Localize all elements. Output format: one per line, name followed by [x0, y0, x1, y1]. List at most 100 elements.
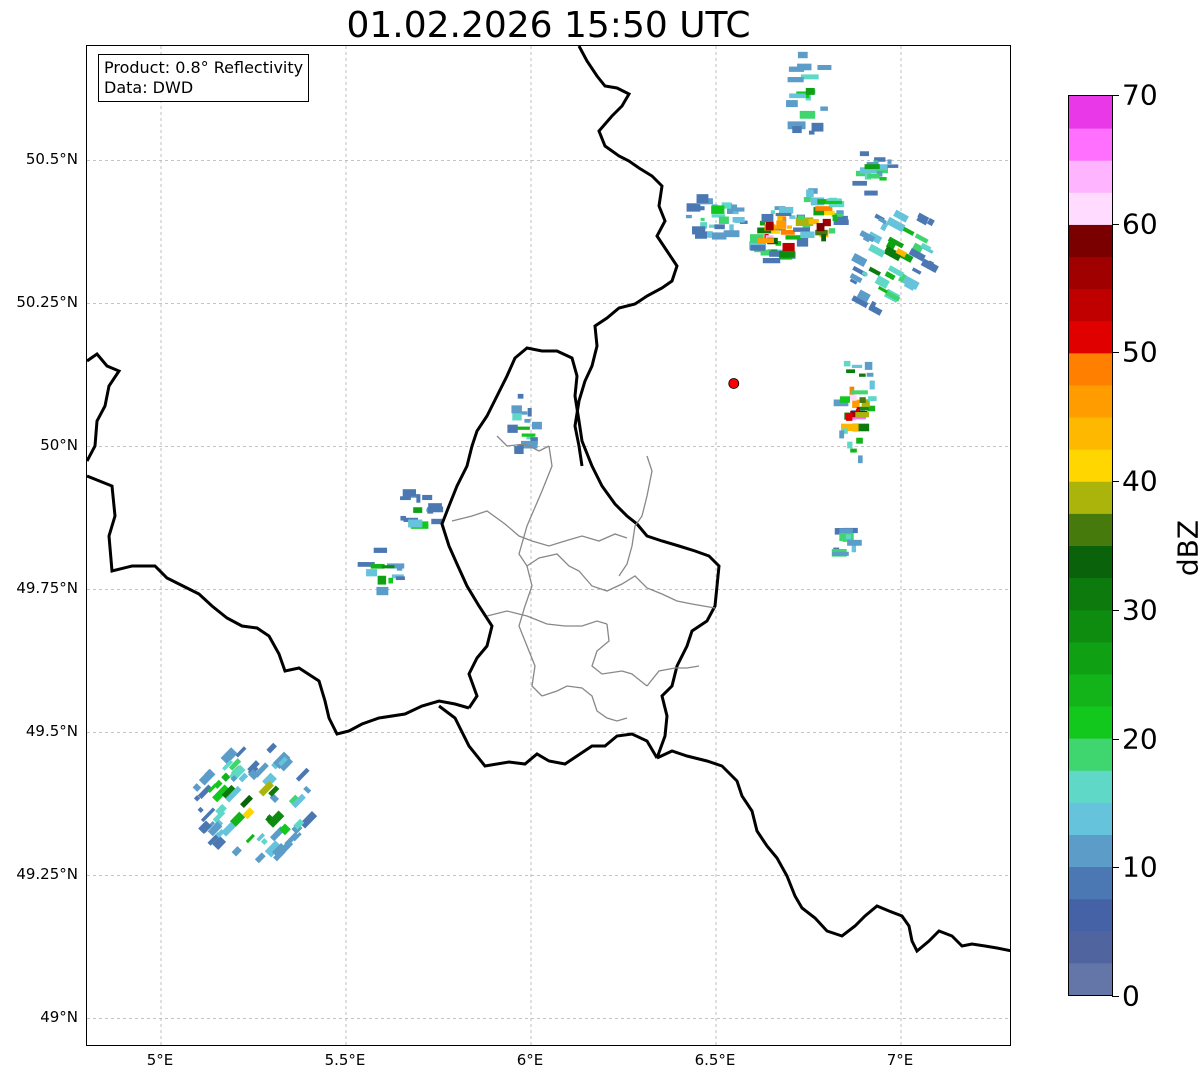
lon-tick-label: 6.5°E: [694, 1051, 736, 1069]
echo-pixel: [517, 445, 524, 455]
echo-pixel: [911, 267, 922, 275]
echo-pixel: [295, 767, 310, 782]
echo-pixel: [711, 205, 725, 214]
echo-pixel: [416, 494, 421, 503]
echo-pixel: [836, 210, 844, 214]
echo-pixel: [413, 507, 423, 513]
colorbar-tick-mark: [1112, 223, 1119, 225]
echo-pixel: [762, 257, 781, 264]
echo-southwest-cluster: [192, 742, 318, 864]
echo-pixel: [852, 180, 867, 186]
echo-pixel: [700, 217, 705, 221]
echo-pixel: [698, 206, 705, 211]
echo-pixel: [299, 811, 318, 829]
echo-pixel: [366, 569, 378, 577]
echo-pixel: [400, 515, 406, 521]
echo-pixel: [855, 412, 870, 418]
echo-pixel: [839, 430, 845, 439]
colorbar-segment: [1069, 481, 1112, 514]
echo-pixel: [692, 226, 706, 235]
colorbar: [1068, 95, 1113, 996]
echo-north-cluster-c: [685, 194, 748, 240]
echo-pixel: [696, 194, 709, 204]
echo-pixel: [874, 275, 890, 289]
echo-pixel: [779, 250, 795, 258]
echo-pixel: [820, 106, 828, 111]
colorbar-segment: [1069, 417, 1112, 450]
echo-pixel: [792, 126, 802, 134]
echo-pixel: [850, 448, 857, 453]
reflectivity-echoes: [192, 51, 939, 864]
echo-pixel: [706, 231, 713, 238]
echo-pixel: [685, 214, 692, 219]
echo-pixel: [858, 455, 863, 464]
echo-pixel: [803, 197, 811, 203]
echo-pixel: [400, 496, 411, 501]
echo-pixel: [817, 199, 827, 205]
echo-pixel: [800, 231, 815, 239]
colorbar-tick-mark: [1112, 481, 1119, 483]
colorbar-segment: [1069, 738, 1112, 771]
lon-tick-label: 5.5°E: [324, 1051, 366, 1069]
echo-pixel: [757, 238, 774, 244]
echo-pixel: [388, 577, 393, 584]
echo-pixel: [867, 173, 880, 179]
colorbar-label: dBZ: [1171, 519, 1202, 577]
echo-pixel: [868, 396, 877, 402]
echo-top-edge: [786, 51, 832, 135]
canton-line-east: [618, 455, 653, 577]
echo-west-small: [357, 547, 405, 596]
echo-northeast-cluster: [849, 209, 939, 316]
echo-pixel: [864, 190, 878, 196]
echo-pixel: [811, 122, 824, 132]
echo-pixel: [512, 412, 522, 421]
borders: [87, 46, 1010, 954]
echo-pixel: [729, 224, 734, 231]
colorbar-segment: [1069, 577, 1112, 611]
national-border-west: [87, 351, 122, 462]
echo-pixel: [846, 413, 853, 421]
echo-pixel: [789, 93, 807, 99]
echo-pixel: [868, 304, 883, 316]
canton-borders: [451, 435, 716, 722]
echo-pixel: [817, 64, 832, 71]
echo-pixel: [376, 586, 389, 596]
colorbar-segment: [1069, 930, 1112, 964]
echo-pixel: [851, 545, 857, 553]
echo-pixel: [839, 396, 850, 403]
echo-pixel: [816, 223, 825, 232]
echo-pixel: [431, 518, 443, 525]
colorbar-tick-mark: [1112, 738, 1119, 740]
echo-pixel: [859, 397, 866, 403]
lat-tick-label: 49.5°N: [25, 722, 78, 741]
product-label: Product: 0.8° Reflectivity: [104, 58, 304, 77]
echo-pixel: [832, 214, 838, 221]
map-title: 01.02.2026 15:50 UTC: [346, 5, 751, 46]
colorbar-segment: [1069, 288, 1112, 322]
echo-pixel: [221, 772, 231, 782]
echo-pixel: [866, 372, 874, 377]
echo-pixel: [245, 833, 255, 844]
national-border-luxembourg: [440, 346, 721, 759]
colorbar-segment: [1069, 224, 1112, 258]
colorbar-segment: [1069, 545, 1112, 579]
echo-pixel: [427, 506, 434, 514]
echo-pixel: [402, 489, 416, 497]
echo-pixel: [771, 230, 780, 234]
colorbar-scale: [1069, 96, 1112, 996]
lat-tick-label: 49°N: [40, 1008, 78, 1027]
colorbar-tick-mark: [1112, 95, 1119, 96]
echo-pixel: [879, 177, 887, 181]
echo-pixel: [797, 51, 808, 59]
echo-pixel: [750, 245, 766, 251]
lat-tick-label: 50.5°N: [25, 150, 78, 169]
echo-pixel: [303, 785, 312, 794]
colorbar-tick-label: 0: [1122, 979, 1140, 1013]
echo-pixel: [786, 100, 798, 108]
echo-pixel: [845, 534, 851, 540]
echo-pixel: [859, 373, 866, 377]
echo-pixel: [914, 233, 929, 244]
colorbar-segment: [1069, 160, 1112, 193]
lon-tick-label: 7°E: [886, 1051, 914, 1069]
echo-east-south: [831, 527, 862, 557]
